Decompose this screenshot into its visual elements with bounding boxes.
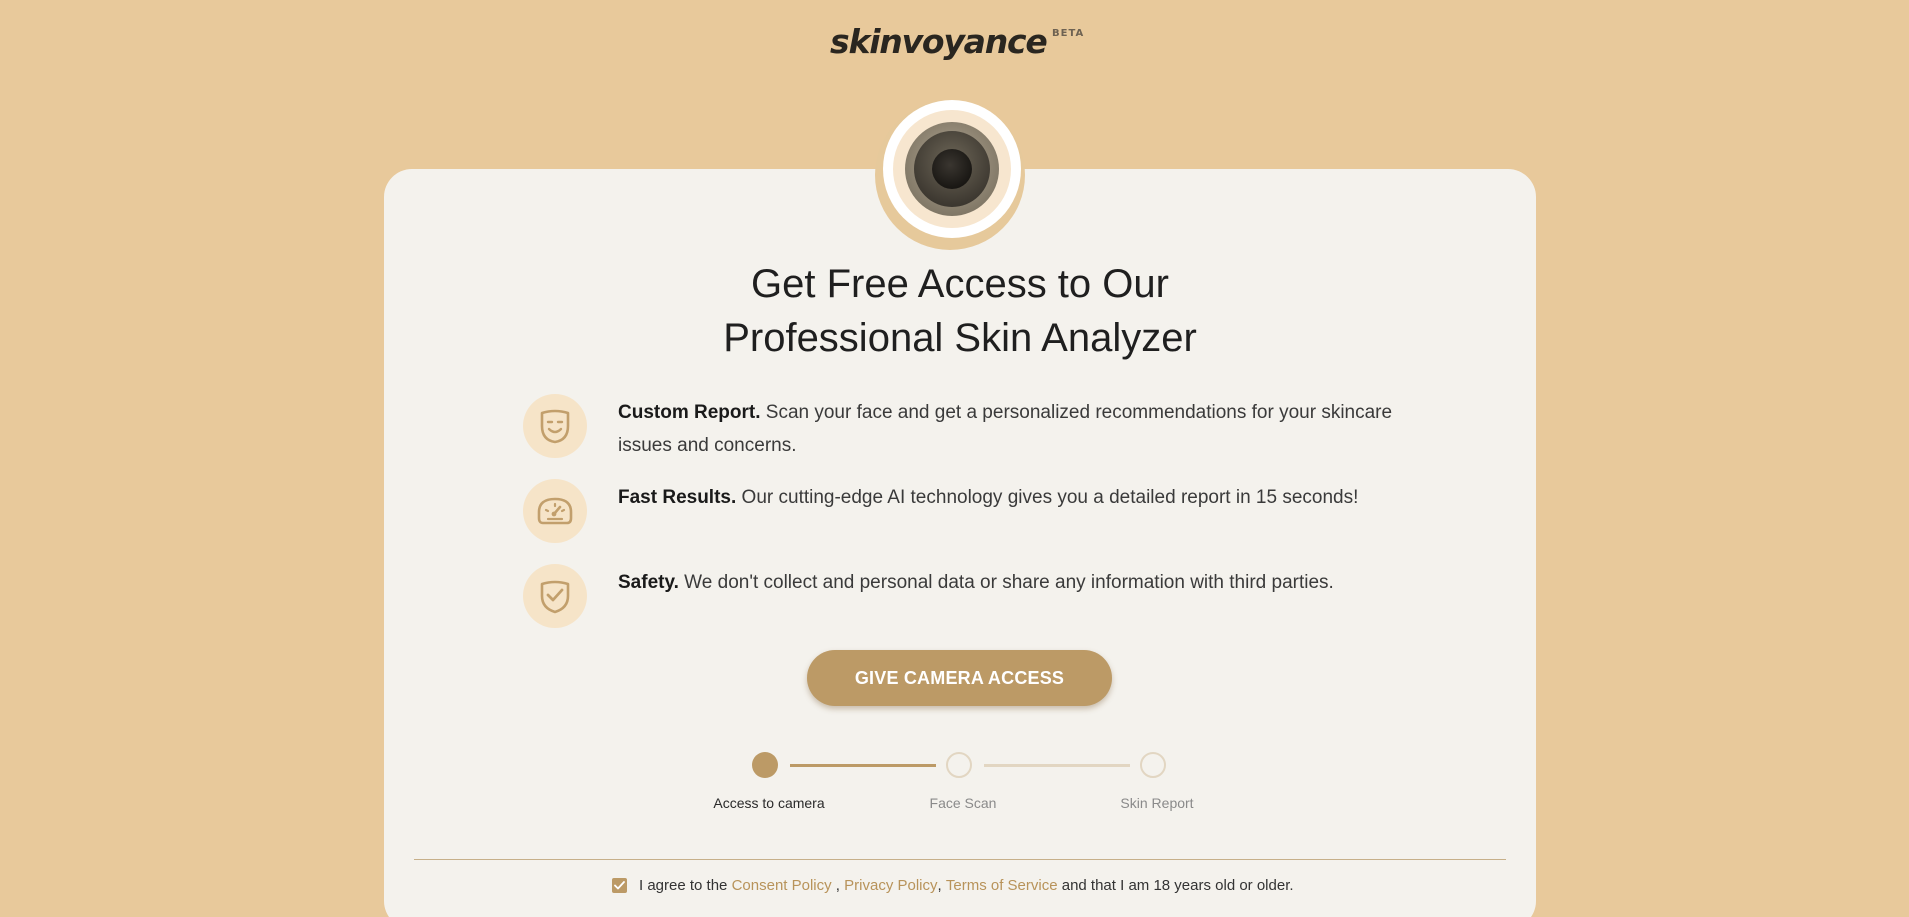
privacy-policy-link[interactable]: Privacy Policy: [844, 877, 937, 894]
step-label-access-camera: Access to camera: [713, 795, 825, 811]
feature-description: Our cutting-edge AI technology gives you…: [736, 487, 1359, 508]
consent-separator-2: ,: [937, 877, 946, 894]
lens-ring-inner: [893, 110, 1011, 228]
title-line-1: Get Free Access to Our: [751, 262, 1169, 306]
consent-separator-1: ,: [831, 877, 845, 894]
terms-of-service-link[interactable]: Terms of Service: [946, 877, 1058, 894]
step-connector-1: [790, 764, 936, 767]
smile-face-icon: [523, 394, 587, 458]
step-dot-access-camera: [752, 752, 778, 778]
give-camera-access-button[interactable]: GIVE CAMERA ACCESS: [807, 650, 1112, 706]
shield-check-icon: [523, 564, 587, 628]
camera-lens-icon: [875, 100, 1025, 250]
consent-text-prefix: I agree to the: [639, 877, 732, 894]
consent-text-suffix: and that I am 18 years old or older.: [1057, 877, 1294, 894]
page-title: Get Free Access to Our Professional Skin…: [384, 257, 1536, 365]
page: skinvoyance BETA Get Free Access to Our …: [0, 0, 1909, 917]
step-dot-skin-report: [1140, 752, 1166, 778]
feature-title: Custom Report.: [618, 402, 761, 423]
checkmark-icon: [614, 881, 625, 890]
lens-ring-outer: [883, 100, 1021, 238]
feature-text: Fast Results. Our cutting-edge AI techno…: [618, 481, 1408, 514]
feature-title: Safety.: [618, 572, 679, 593]
lens-glass: [914, 131, 990, 207]
feature-title: Fast Results.: [618, 487, 737, 508]
step-label-face-scan: Face Scan: [929, 795, 997, 811]
title-line-2: Professional Skin Analyzer: [723, 316, 1197, 360]
lens-pupil: [932, 149, 972, 189]
speedometer-icon: [523, 479, 587, 543]
consent-row: I agree to the Consent Policy , Privacy …: [612, 877, 1294, 894]
beta-badge: BETA: [1052, 28, 1085, 39]
feature-text: Custom Report. Scan your face and get a …: [618, 396, 1408, 462]
consent-checkbox[interactable]: [612, 878, 627, 893]
divider: [414, 859, 1506, 860]
step-label-skin-report: Skin Report: [1120, 795, 1194, 811]
brand-logo[interactable]: skinvoyance: [830, 22, 1048, 61]
step-connector-2: [984, 764, 1130, 767]
step-dot-face-scan: [946, 752, 972, 778]
feature-description: We don't collect and personal data or sh…: [678, 572, 1334, 593]
lens-body: [905, 122, 999, 216]
feature-text: Safety. We don't collect and personal da…: [618, 566, 1408, 599]
consent-policy-link[interactable]: Consent Policy: [732, 877, 832, 894]
